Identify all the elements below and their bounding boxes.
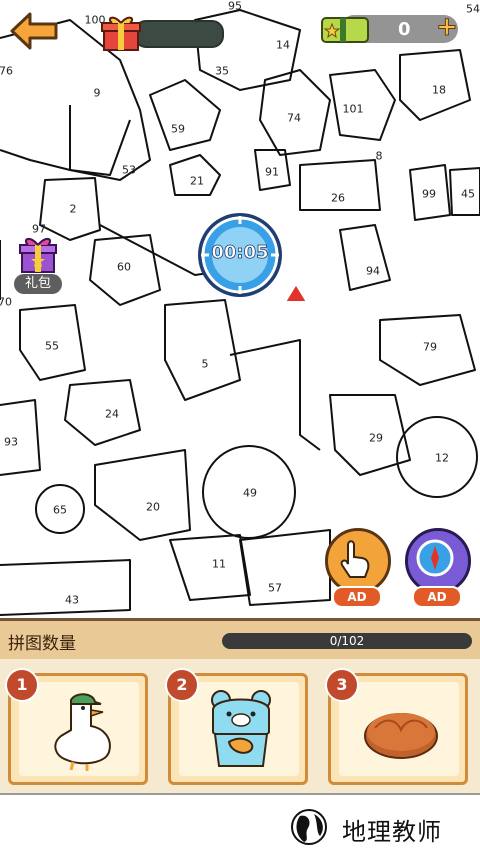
region-number: 57 bbox=[268, 581, 282, 595]
region-number: 76 bbox=[0, 64, 13, 78]
region-number: 60 bbox=[117, 260, 131, 274]
region-number: 45 bbox=[461, 187, 475, 201]
region-number: 99 bbox=[422, 187, 436, 201]
panel-title: 拼图数量 bbox=[8, 634, 76, 654]
globe-logo-icon bbox=[291, 809, 327, 845]
hand-tap-icon bbox=[340, 540, 370, 578]
ad-compass-button[interactable]: AD bbox=[402, 528, 471, 608]
region-number: 12 bbox=[435, 451, 449, 465]
region-number: 18 bbox=[432, 83, 446, 97]
gift-pack-button[interactable]: 礼包 bbox=[10, 232, 66, 298]
ad-label: AD bbox=[412, 586, 462, 608]
timer-value: 00:05 bbox=[211, 242, 269, 264]
puzzle-card-1[interactable]: 1 bbox=[5, 668, 148, 785]
watermark-text: 地理教师 bbox=[342, 818, 442, 846]
blue-bear-with-fish-icon bbox=[211, 690, 271, 767]
back-arrow-icon bbox=[10, 12, 58, 50]
add-ticket-button[interactable]: + bbox=[436, 12, 459, 43]
gift-box-icon bbox=[101, 16, 141, 51]
puzzle-progress-bar: 0/102 bbox=[222, 633, 472, 649]
region-number: 20 bbox=[146, 500, 160, 514]
ad-circle bbox=[405, 528, 471, 594]
gift-pack-icon bbox=[19, 238, 57, 273]
region-number: 79 bbox=[423, 340, 437, 354]
compass-icon bbox=[416, 539, 454, 577]
orange-cookie-icon bbox=[364, 713, 438, 759]
region-number: 74 bbox=[287, 111, 301, 125]
panel-header: 拼图数量 0/102 bbox=[0, 621, 480, 659]
region-number: 2 bbox=[69, 202, 77, 216]
card-badge: 1 bbox=[5, 668, 39, 702]
region-number: 53 bbox=[122, 163, 136, 177]
puzzle-panel: 拼图数量 0/102 1 2 3 bbox=[0, 618, 480, 796]
region-number: 24 bbox=[105, 407, 119, 421]
region-number: 43 bbox=[65, 593, 79, 607]
ad-label: AD bbox=[332, 586, 382, 608]
gift-pack-label: 礼包 bbox=[14, 274, 62, 294]
region-number: 93 bbox=[4, 435, 18, 449]
ticket-counter[interactable]: 0 + bbox=[318, 10, 468, 48]
region-number: 29 bbox=[369, 431, 383, 445]
region-number: 94 bbox=[366, 264, 380, 278]
coloring-canvas[interactable]: 100 95 14 35 76 9 18 101 74 59 53 8 21 9… bbox=[0, 0, 480, 618]
puzzle-card-2[interactable]: 2 bbox=[165, 668, 308, 785]
gift-progress[interactable] bbox=[100, 14, 224, 51]
ad-tap-hint-button[interactable]: AD bbox=[322, 528, 391, 608]
region-number: 59 bbox=[171, 122, 185, 136]
region-number: 54 bbox=[466, 2, 480, 16]
region-number: 9 bbox=[93, 86, 101, 100]
puzzle-progress-text: 0/102 bbox=[329, 634, 365, 648]
back-button[interactable] bbox=[8, 10, 60, 52]
region-number: 55 bbox=[45, 339, 59, 353]
pointer-triangle-icon bbox=[283, 282, 309, 303]
ticket-count: 0 bbox=[398, 19, 411, 40]
ad-circle bbox=[325, 528, 391, 594]
watermark: 地理教师 bbox=[282, 800, 480, 852]
card-badge: 2 bbox=[165, 668, 199, 702]
region-number: 21 bbox=[190, 174, 204, 188]
hint-timer[interactable]: 00:05 bbox=[195, 210, 285, 300]
region-number: 65 bbox=[53, 503, 67, 517]
region-number: 5 bbox=[201, 357, 209, 371]
line-art bbox=[0, 9, 480, 616]
region-number: 101 bbox=[342, 102, 364, 116]
region-number: 14 bbox=[276, 38, 290, 52]
gift-progress-track bbox=[134, 20, 224, 48]
region-number: 35 bbox=[215, 64, 229, 78]
region-number: 11 bbox=[212, 557, 226, 571]
region-number: 95 bbox=[228, 0, 242, 13]
region-number: 8 bbox=[375, 149, 383, 163]
card-badge: 3 bbox=[325, 668, 359, 702]
region-number: 26 bbox=[331, 191, 345, 205]
duck-with-cap-icon bbox=[54, 693, 111, 771]
puzzle-card-3[interactable]: 3 bbox=[325, 668, 468, 785]
ticket-icon bbox=[321, 17, 369, 43]
region-number: 49 bbox=[243, 486, 257, 500]
region-number: 91 bbox=[265, 165, 279, 179]
